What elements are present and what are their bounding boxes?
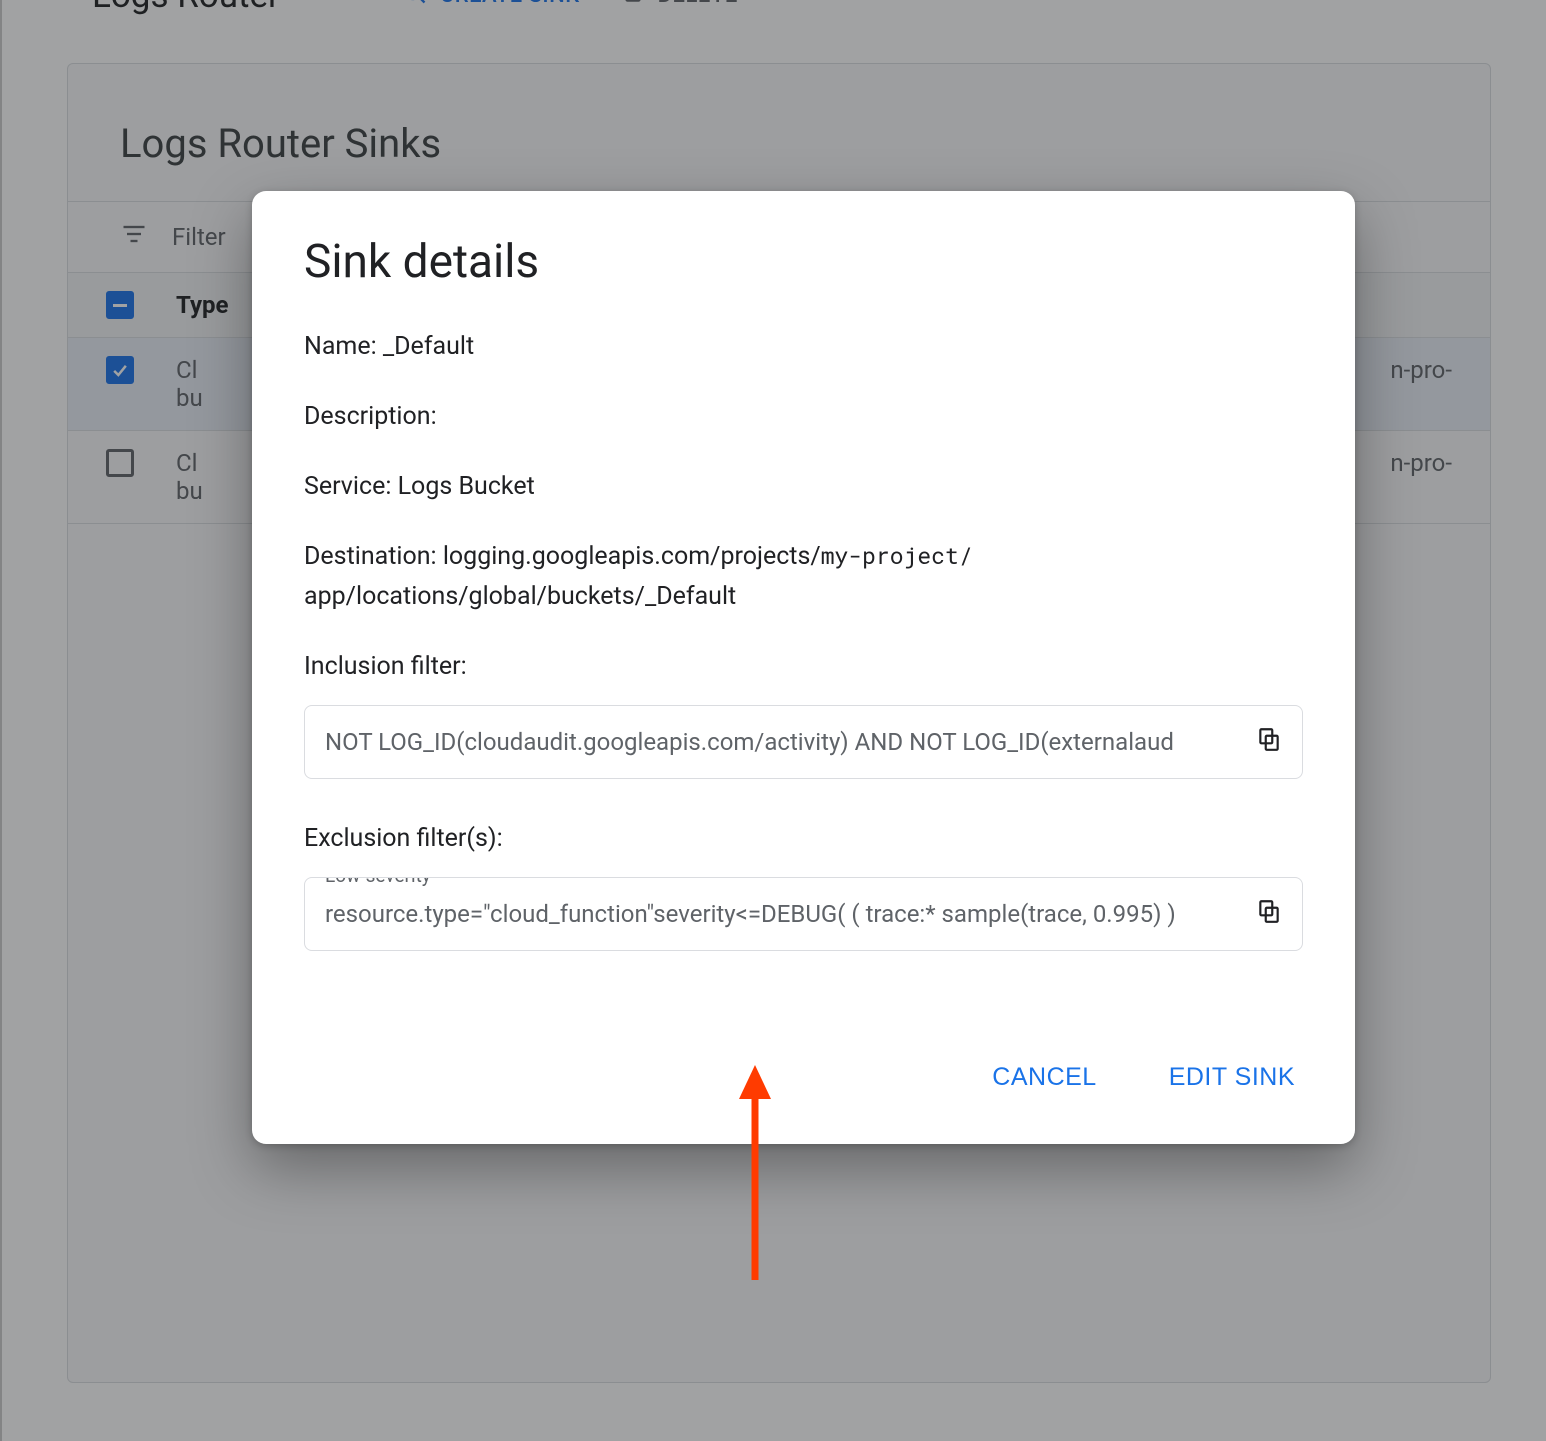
field-service: Service: Logs Bucket: [304, 467, 1303, 507]
destination-value-1: logging.googleapis.com/projects/: [443, 542, 821, 571]
exclusion-filter-box: Low-severity resource.type="cloud_functi…: [304, 877, 1303, 951]
exclusion-filter-label: Exclusion filter(s):: [304, 819, 1303, 859]
inclusion-filter-box: NOT LOG_ID(cloudaudit.googleapis.com/act…: [304, 705, 1303, 779]
exclusion-legend: Low-severity: [319, 877, 437, 887]
description-label: Description:: [304, 402, 437, 431]
modal-actions: CANCEL EDIT SINK: [304, 1051, 1303, 1104]
field-description: Description:: [304, 397, 1303, 437]
field-destination: Destination: logging.googleapis.com/proj…: [304, 537, 1303, 617]
destination-value-2: app/locations/global/buckets/_Default: [304, 582, 736, 611]
modal-title: Sink details: [304, 235, 1303, 289]
exclusion-filter-text: resource.type="cloud_function"severity<=…: [325, 900, 1176, 928]
service-label: Service:: [304, 472, 398, 501]
field-name: Name: _Default: [304, 327, 1303, 367]
inclusion-filter-label: Inclusion filter:: [304, 647, 1303, 687]
destination-label: Destination:: [304, 542, 443, 571]
copy-icon[interactable]: [1256, 898, 1282, 930]
inclusion-filter-text: NOT LOG_ID(cloudaudit.googleapis.com/act…: [325, 728, 1174, 756]
edit-sink-button[interactable]: EDIT SINK: [1161, 1051, 1303, 1104]
service-value: Logs Bucket: [398, 472, 535, 501]
sink-details-modal: Sink details Name: _Default Description:…: [252, 191, 1355, 1144]
destination-value-mono: my-project/: [821, 541, 973, 571]
name-label: Name:: [304, 332, 383, 361]
name-value: _Default: [383, 332, 474, 361]
cancel-button[interactable]: CANCEL: [984, 1051, 1104, 1104]
copy-icon[interactable]: [1256, 726, 1282, 758]
